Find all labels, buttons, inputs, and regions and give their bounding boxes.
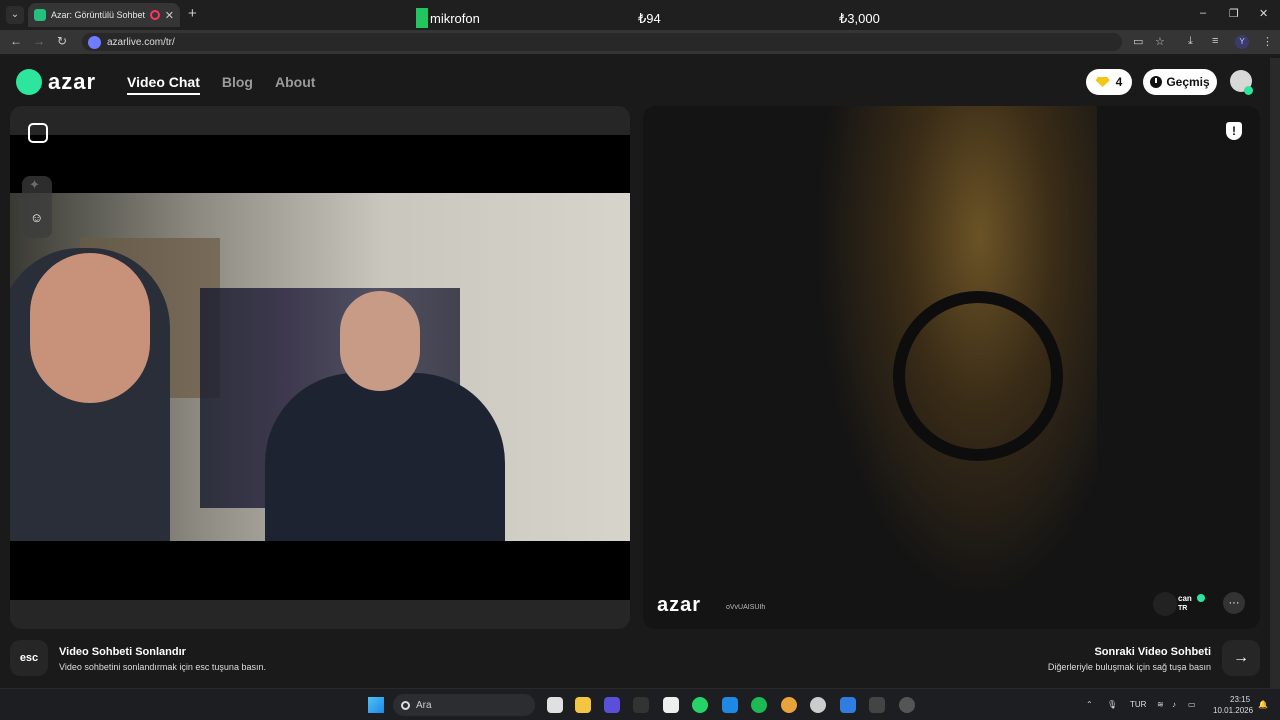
tab-title: Azar: Görüntülü Sohbet & V	[51, 10, 145, 20]
azar-page: azar Video Chat Blog About 4 Geçmiş ✦	[0, 58, 1270, 688]
online-status-dot	[1244, 86, 1253, 95]
azar-logo[interactable]: azar	[16, 69, 96, 95]
windows-taskbar: Ara ⌃ 🎙 TUR ≋ ♪ ▭ 23:15 10.01.2026 🔔	[0, 688, 1280, 720]
chrome-icon[interactable]	[781, 697, 797, 713]
notification-icon[interactable]: 🔔	[1258, 700, 1268, 709]
language-indicator[interactable]: TUR	[1130, 700, 1146, 709]
tab-close-button[interactable]: ✕	[165, 9, 174, 22]
forward-arrow-icon[interactable]: →	[33, 34, 45, 48]
wifi-icon[interactable]: ≋	[1157, 700, 1164, 709]
minimize-button[interactable]: –	[1200, 7, 1206, 19]
page-scrollbar[interactable]	[1270, 58, 1280, 688]
mic-level-bar	[416, 8, 428, 28]
reload-icon[interactable]: ↻	[57, 34, 67, 48]
overlay-value-1: ₺94	[638, 11, 661, 26]
notion-icon[interactable]	[663, 697, 679, 713]
browser-tab-azar[interactable]: Azar: Görüntülü Sohbet & V ✕	[28, 3, 180, 27]
obs-icon[interactable]	[899, 697, 915, 713]
next-chat-description: Diğerleriyle buluşmak için sağ tuşa bası…	[1047, 662, 1211, 672]
site-info-icon[interactable]	[88, 35, 101, 49]
mic-label: mikrofon	[430, 10, 480, 26]
nav-video-chat[interactable]: Video Chat	[127, 74, 200, 95]
browser-profile-avatar[interactable]: Y	[1235, 35, 1249, 49]
effects-toolbar: ☺	[22, 176, 52, 238]
watermark-id: oVvUAISUIh	[726, 604, 766, 611]
end-chat-description: Video sohbetini sonlandırmak için esc tu…	[59, 662, 266, 672]
spotify-icon[interactable]	[751, 697, 767, 713]
gem-icon	[1095, 77, 1110, 87]
report-shield-icon[interactable]: !	[1226, 122, 1242, 140]
gem-balance-button[interactable]: 4	[1086, 69, 1132, 95]
close-window-button[interactable]: ✕	[1259, 7, 1268, 20]
peer-video-frame	[803, 106, 1097, 629]
person-right	[265, 373, 505, 541]
tray-chevron-icon[interactable]: ⌃	[1086, 700, 1093, 709]
volume-icon[interactable]: ♪	[1172, 700, 1176, 709]
task-view-icon[interactable]	[547, 697, 563, 713]
end-chat-title: Video Sohbeti Sonlandır	[59, 646, 186, 658]
azar-watermark: azar	[657, 594, 702, 616]
recording-icon	[149, 10, 160, 20]
face-filter-icon[interactable]: ☺	[30, 210, 43, 225]
apple-tv-icon[interactable]	[633, 697, 649, 713]
chatgpt-icon[interactable]	[810, 697, 826, 713]
self-video-frame	[10, 193, 630, 541]
microphone-tray-icon[interactable]: 🎙	[1107, 700, 1117, 709]
chat-bubble-icon[interactable]: ···	[1223, 592, 1245, 614]
vscode-icon[interactable]	[722, 697, 738, 713]
search-placeholder: Ara	[416, 699, 432, 711]
browser-tab-bar: ⌄ Azar: Görüntülü Sohbet & V ✕ + mikrofo…	[0, 0, 1280, 30]
azar-favicon-icon	[34, 9, 46, 21]
self-video	[10, 135, 630, 600]
clock-date[interactable]: 10.01.2026	[1213, 706, 1253, 715]
gem-count: 4	[1115, 75, 1123, 89]
todo-icon[interactable]	[840, 697, 856, 713]
nav-about[interactable]: About	[275, 74, 315, 95]
main-nav: Video Chat Blog About	[127, 74, 315, 95]
file-explorer-icon[interactable]	[575, 697, 591, 713]
address-bar[interactable]: azarlive.com/tr/	[82, 33, 1122, 51]
bookmark-star-icon[interactable]: ☆	[1155, 35, 1165, 48]
end-chat-esc-button[interactable]: esc	[10, 640, 48, 676]
self-video-panel: ✦ ☺	[10, 106, 630, 629]
person-right-head	[340, 291, 420, 391]
steering-wheel	[893, 291, 1063, 461]
history-label: Geçmiş	[1166, 75, 1210, 89]
cast-icon[interactable]: ▭	[1133, 35, 1143, 48]
clock-icon	[1150, 76, 1163, 88]
battery-icon[interactable]: ▭	[1188, 700, 1196, 709]
next-chat-arrow-button[interactable]: →	[1222, 640, 1260, 676]
azar-logo-icon	[16, 69, 42, 95]
mic-overlay: mikrofon	[416, 8, 480, 28]
peer-avatar	[1153, 592, 1177, 616]
whatsapp-icon[interactable]	[692, 697, 708, 713]
back-arrow-icon[interactable]: ←	[10, 34, 22, 48]
expand-icon[interactable]	[28, 123, 48, 143]
nav-blog[interactable]: Blog	[222, 74, 253, 95]
history-button[interactable]: Geçmiş	[1143, 69, 1217, 95]
next-chat-title: Sonraki Video Sohbeti	[1094, 646, 1211, 658]
taskbar-search[interactable]: Ara	[393, 694, 535, 716]
windows-start-icon[interactable]	[368, 697, 384, 713]
peer-name: can	[1178, 594, 1192, 603]
person-left-head	[30, 253, 150, 403]
download-icon[interactable]: ⤓	[1188, 35, 1193, 48]
tab-search-dropdown[interactable]: ⌄	[6, 6, 24, 24]
reading-list-icon[interactable]: ≡	[1212, 35, 1218, 47]
logo-text: azar	[48, 69, 97, 94]
clock-time[interactable]: 23:15	[1230, 695, 1250, 704]
search-icon	[401, 700, 410, 710]
peer-country: TR	[1178, 605, 1188, 612]
maximize-button[interactable]: ❐	[1229, 7, 1239, 20]
new-tab-button[interactable]: +	[188, 5, 197, 22]
browser-toolbar: ← → ↻ azarlive.com/tr/ ▭ ☆ ⤓ ≡ ⋮	[0, 30, 1280, 54]
peer-verified-icon	[1197, 594, 1205, 602]
menu-kebab-icon[interactable]: ⋮	[1262, 35, 1273, 48]
overlay-value-2: ₺3,000	[839, 11, 880, 26]
app-icon-2[interactable]	[869, 697, 885, 713]
peer-video-panel: ! azar oVvUAISUIh can TR ···	[643, 106, 1260, 629]
url-text: azarlive.com/tr/	[107, 36, 175, 48]
app-icon[interactable]	[604, 697, 620, 713]
